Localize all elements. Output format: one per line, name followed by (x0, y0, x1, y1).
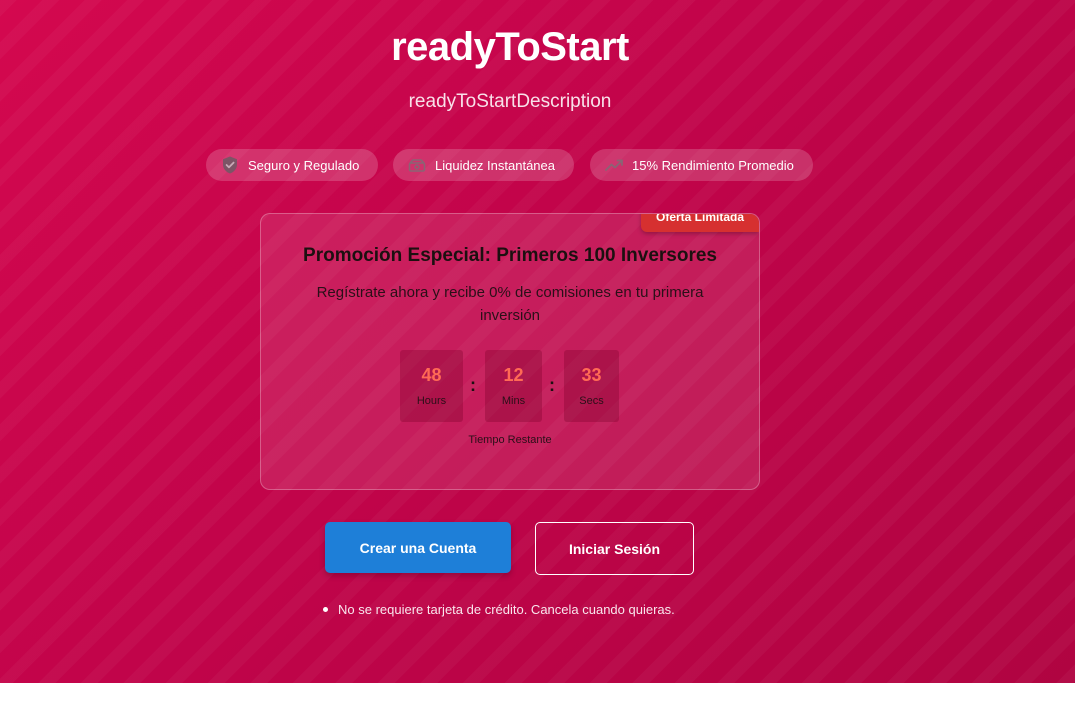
countdown-seconds-label: Secs (579, 395, 604, 407)
login-button[interactable]: Iniciar Sesión (535, 522, 694, 575)
page-subtitle: readyToStartDescription (408, 91, 612, 112)
countdown-minutes: 12 Mins (485, 350, 542, 422)
feature-badge-label: Liquidez Instantánea (435, 157, 555, 173)
limited-offer-ribbon: Oferta Limitada (641, 214, 759, 232)
promo-card: Oferta Limitada Promoción Especial: Prim… (260, 213, 760, 490)
no-credit-card-note: No se requiere tarjeta de crédito. Cance… (323, 601, 675, 617)
cash-stack-icon (407, 155, 427, 175)
bullet-dot (323, 606, 328, 612)
countdown-minutes-value: 12 (503, 365, 524, 385)
hero-section: readyToStart readyToStartDescription Seg… (0, 0, 1075, 683)
create-account-button[interactable]: Crear una Cuenta (325, 522, 511, 573)
countdown-separator: : (470, 375, 476, 395)
countdown-seconds: 33 Secs (564, 350, 619, 422)
countdown-hours-label: Hours (416, 395, 447, 407)
promo-description: Regístrate ahora y recibe 0% de comision… (316, 284, 704, 324)
countdown-minutes-label: Mins (501, 395, 526, 407)
shield-check-icon (220, 155, 240, 175)
feature-badge-label: 15% Rendimiento Promedio (632, 157, 794, 173)
countdown-seconds-value: 33 (581, 365, 602, 385)
countdown-hours-value: 48 (421, 365, 442, 385)
countdown-caption: Tiempo Restante (468, 434, 552, 446)
countdown-hours: 48 Hours (400, 350, 463, 422)
feature-badge-yield: 15% Rendimiento Promedio (590, 149, 813, 181)
feature-badge-secure: Seguro y Regulado (206, 149, 378, 181)
promo-title: Promoción Especial: Primeros 100 Inverso… (303, 245, 717, 266)
countdown-separator: : (549, 375, 555, 395)
note-text: No se requiere tarjeta de crédito. Cance… (338, 601, 675, 617)
feature-badge-liquidity: Liquidez Instantánea (393, 149, 574, 181)
feature-badge-label: Seguro y Regulado (248, 157, 360, 173)
page-title: readyToStart (391, 25, 629, 69)
trending-up-icon (604, 155, 624, 175)
